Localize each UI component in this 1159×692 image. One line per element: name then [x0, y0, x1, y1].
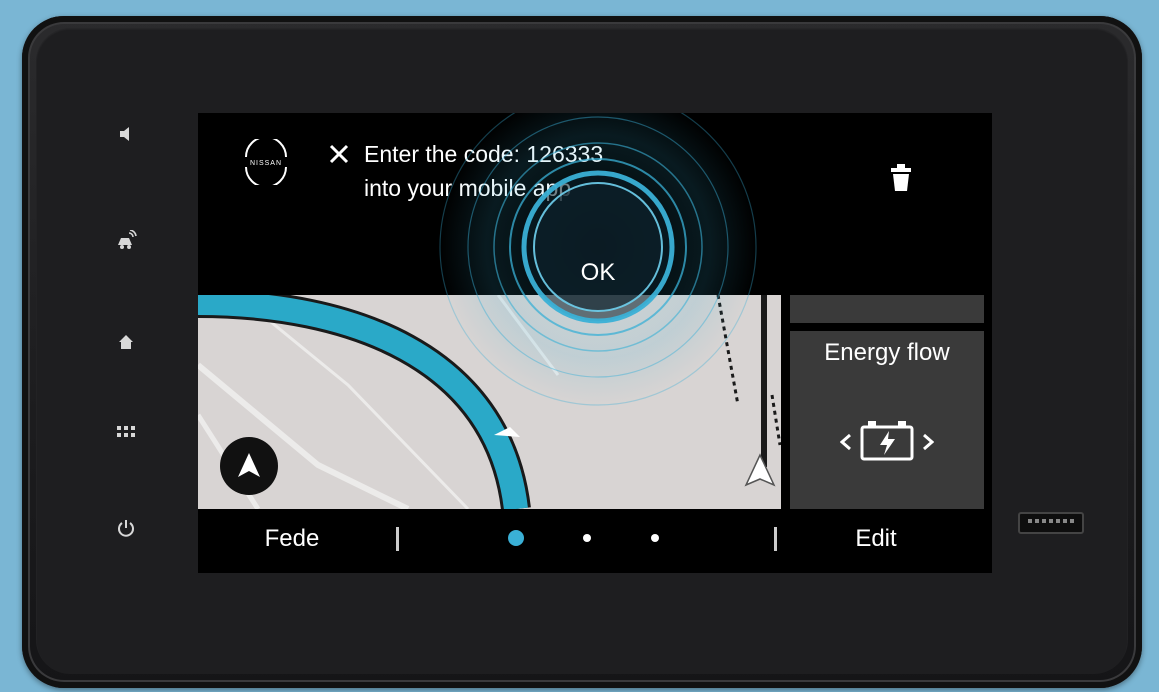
recenter-button[interactable] — [220, 437, 278, 495]
widget-title: Energy flow — [824, 339, 950, 366]
page-indicator-dot-1[interactable] — [508, 530, 524, 546]
power-button[interactable] — [112, 514, 140, 542]
voice-assistant-button[interactable] — [112, 226, 140, 254]
energy-flow-widget[interactable]: Energy flow — [790, 331, 984, 509]
svg-text:NISSAN: NISSAN — [250, 160, 282, 167]
battery-charging-icon — [840, 421, 934, 461]
map-view[interactable] — [198, 295, 781, 509]
voice-assistant-icon — [118, 230, 137, 249]
home-button[interactable] — [112, 328, 140, 356]
page-indicator-dot-2[interactable] — [583, 534, 591, 542]
apps-button[interactable] — [112, 418, 140, 446]
notification-message: Enter the code: 126333 into your mobile … — [364, 137, 603, 205]
map-graphic — [198, 295, 781, 509]
delete-button[interactable] — [888, 163, 914, 193]
ok-button[interactable]: OK — [536, 211, 660, 335]
page-indicator-dot-3[interactable] — [651, 534, 659, 542]
touchscreen: Energy flow Fede Edit NISSAN Enter the c… — [198, 113, 992, 573]
notification-line-2: into your mobile app — [364, 175, 572, 201]
power-icon — [118, 520, 134, 537]
divider — [396, 527, 399, 551]
divider — [774, 527, 777, 551]
volume-button[interactable] — [112, 120, 140, 148]
edit-button[interactable]: Edit — [818, 525, 934, 553]
home-icon — [119, 335, 133, 349]
close-icon — [329, 144, 349, 164]
notification-line-1: Enter the code: 126333 — [364, 141, 604, 167]
bottom-bar: Fede Edit — [198, 509, 992, 573]
profile-button[interactable]: Fede — [240, 525, 344, 553]
close-button[interactable] — [326, 141, 352, 167]
volume-icon — [120, 127, 129, 141]
apps-grid-icon — [117, 426, 135, 437]
usb-port — [1018, 512, 1084, 534]
trash-icon — [891, 164, 911, 191]
nissan-logo: NISSAN — [245, 139, 287, 185]
widget-header-strip — [790, 295, 984, 323]
navigation-arrow-icon — [238, 453, 260, 477]
